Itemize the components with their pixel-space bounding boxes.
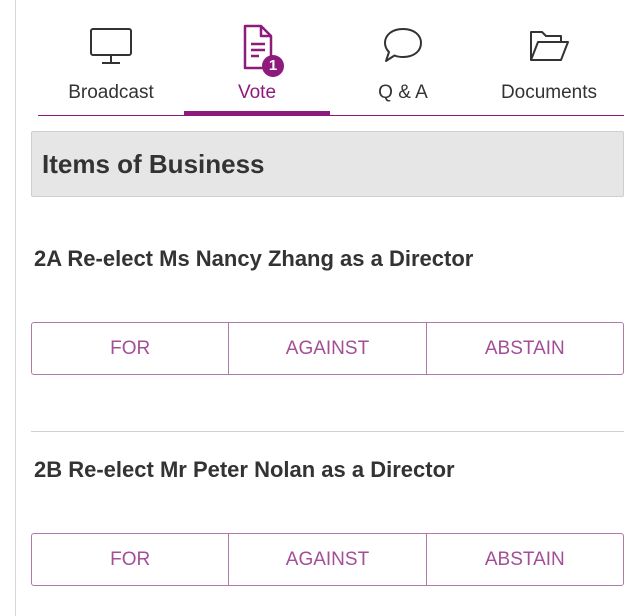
vote-abstain-button[interactable]: ABSTAIN: [427, 323, 623, 374]
vote-abstain-button[interactable]: ABSTAIN: [427, 534, 623, 585]
divider: [31, 431, 624, 432]
vote-options: FOR AGAINST ABSTAIN: [31, 322, 624, 375]
speech-bubble-icon: [384, 28, 422, 62]
tab-bar: Broadcast 1 Vote Q & A Documents: [38, 18, 624, 116]
section-header: Items of Business: [31, 131, 624, 197]
vote-options: FOR AGAINST ABSTAIN: [31, 533, 624, 586]
vote-for-button[interactable]: FOR: [32, 323, 230, 374]
vote-count-badge: 1: [262, 55, 284, 77]
vote-against-button[interactable]: AGAINST: [229, 534, 427, 585]
tab-label: Broadcast: [68, 82, 154, 103]
vote-against-button[interactable]: AGAINST: [229, 323, 427, 374]
tab-label: Vote: [237, 82, 277, 103]
resolution-title: 2B Re-elect Mr Peter Nolan as a Director: [34, 457, 455, 482]
tab-vote[interactable]: 1 Vote: [184, 18, 330, 116]
tab-label: Documents: [500, 82, 598, 103]
resolution-title: 2A Re-elect Ms Nancy Zhang as a Director: [34, 246, 474, 271]
vote-for-button[interactable]: FOR: [32, 534, 230, 585]
tab-documents[interactable]: Documents: [476, 18, 622, 115]
folder-open-icon: [530, 31, 569, 61]
tab-qa[interactable]: Q & A: [330, 18, 476, 115]
tab-label: Q & A: [378, 82, 428, 103]
monitor-icon: [90, 28, 132, 64]
tab-broadcast[interactable]: Broadcast: [38, 18, 184, 115]
